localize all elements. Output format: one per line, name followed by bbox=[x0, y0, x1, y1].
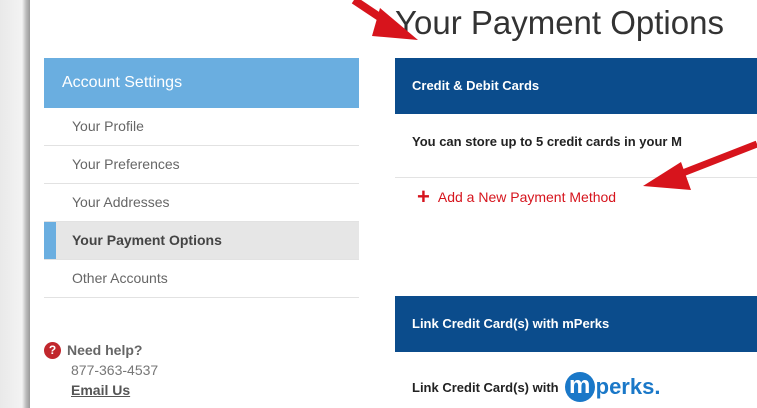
link-mperks-text: Link Credit Card(s) with bbox=[412, 379, 559, 395]
sidebar-item-payment-options[interactable]: Your Payment Options bbox=[44, 222, 359, 260]
sidebar-item-addresses[interactable]: Your Addresses bbox=[44, 184, 359, 222]
add-payment-method-link[interactable]: + Add a New Payment Method bbox=[417, 184, 617, 209]
mperks-logo-m: m bbox=[564, 372, 595, 402]
mperks-logo-text: perks. bbox=[595, 374, 661, 399]
sidebar-item-other-accounts[interactable]: Other Accounts bbox=[44, 260, 359, 298]
link-mperks-row[interactable]: Link Credit Card(s) with m perks. bbox=[412, 372, 660, 402]
mperks-section-header: Link Credit Card(s) with mPerks bbox=[395, 296, 757, 352]
add-payment-method-label: Add a New Payment Method bbox=[437, 189, 617, 205]
annotation-arrow-title bbox=[351, 0, 418, 40]
plus-icon: + bbox=[417, 184, 430, 209]
question-icon: ? bbox=[44, 341, 61, 359]
account-page: Your Payment Options Account Settings Yo… bbox=[30, 0, 757, 408]
credit-debit-section-header: Credit & Debit Cards bbox=[395, 58, 757, 114]
sidebar-header: Account Settings bbox=[44, 58, 359, 108]
help-title: Need help? bbox=[67, 342, 143, 358]
email-us-link[interactable]: Email Us bbox=[71, 380, 244, 400]
account-sidebar: Account Settings Your Profile Your Prefe… bbox=[44, 58, 359, 298]
window-frame-edge bbox=[0, 0, 30, 408]
help-phone: 877-363-4537 bbox=[71, 362, 159, 378]
page-title: Your Payment Options bbox=[395, 4, 724, 41]
annotation-arrow-add bbox=[643, 140, 757, 190]
help-box: ? Need help? 877-363-4537 Email Us bbox=[44, 340, 244, 400]
sidebar-item-preferences[interactable]: Your Preferences bbox=[44, 146, 359, 184]
mperks-logo: m perks. bbox=[564, 372, 661, 402]
sidebar-item-profile[interactable]: Your Profile bbox=[44, 108, 359, 146]
